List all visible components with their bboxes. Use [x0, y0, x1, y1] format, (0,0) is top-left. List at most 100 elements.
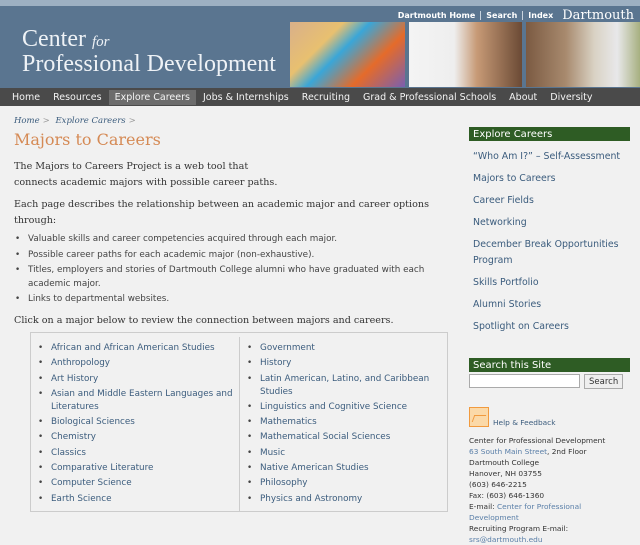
index-link[interactable]: Index	[523, 11, 558, 20]
major-link[interactable]: Physics and Astronomy	[260, 494, 362, 504]
nav-grad-schools[interactable]: Grad & Professional Schools	[357, 90, 502, 105]
header-photo-meeting	[526, 22, 640, 87]
list-item: Titles, employers and stories of Dartmou…	[14, 264, 450, 291]
major-link[interactable]: Mathematics	[260, 417, 317, 427]
sidebar: Explore Careers “Who Am I?” – Self-Asses…	[469, 127, 630, 545]
contact-college: Dartmouth College	[469, 458, 540, 467]
nav-home[interactable]: Home	[6, 90, 46, 105]
list-item: Skills Portfolio	[469, 270, 630, 292]
sidebar-link[interactable]: Spotlight on Careers	[473, 321, 569, 332]
sidebar-link[interactable]: Career Fields	[473, 195, 534, 206]
list-item: Comparative Literature	[37, 462, 233, 475]
list-item: Career Fields	[469, 188, 630, 210]
nav-diversity[interactable]: Diversity	[544, 90, 598, 105]
search-button[interactable]: Search	[584, 374, 624, 389]
megaphone-icon[interactable]	[469, 407, 489, 427]
email-label: E-mail:	[469, 502, 498, 511]
list-item: Links to departmental websites.	[14, 293, 450, 307]
list-item: Networking	[469, 210, 630, 232]
list-item: Music	[246, 447, 441, 460]
list-item: Alumni Stories	[469, 292, 630, 314]
list-item: Biological Sciences	[37, 416, 233, 429]
contact-info: Center for Professional Development 63 S…	[469, 435, 630, 545]
major-link[interactable]: Native American Studies	[260, 463, 369, 473]
street-rest: , 2nd Floor	[547, 447, 587, 456]
nav-about[interactable]: About	[503, 90, 543, 105]
description-text: Each page describes the relationship bet…	[14, 199, 429, 226]
contact-phone: (603) 646-2215	[469, 480, 527, 489]
nav-jobs-internships[interactable]: Jobs & Internships	[197, 90, 295, 105]
breadcrumb-sep: >	[42, 116, 50, 126]
sidebar-link[interactable]: Alumni Stories	[473, 299, 541, 310]
list-item: December Break Opportunities Program	[469, 232, 630, 270]
major-link[interactable]: Linguistics and Cognitive Science	[260, 402, 407, 412]
list-item: Computer Science	[37, 477, 233, 490]
sidebar-link[interactable]: Networking	[473, 217, 527, 228]
list-item: Asian and Middle Eastern Languages and L…	[37, 388, 233, 414]
search-input[interactable]	[469, 374, 580, 388]
major-link[interactable]: Anthropology	[51, 358, 110, 368]
contact-fax: Fax: (603) 646-1360	[469, 491, 545, 500]
main-content: Home > Explore Careers > Majors to Careers…	[14, 116, 450, 329]
main-nav: Home Resources Explore Careers Jobs & In…	[0, 88, 640, 106]
major-link[interactable]: Earth Science	[51, 494, 112, 504]
majors-column-right: Government History Latin American, Latino,…	[239, 337, 447, 511]
list-item: Mathematics	[246, 416, 441, 429]
contact-city: Hanover, NH 03755	[469, 469, 542, 478]
top-links: Dartmouth Home Search Index Dartmouth	[393, 8, 634, 23]
dartmouth-home-link[interactable]: Dartmouth Home	[393, 11, 482, 20]
breadcrumb-explore-careers[interactable]: Explore Careers	[55, 116, 125, 126]
sidebar-link[interactable]: “Who Am I?” – Self-Assessment	[473, 151, 620, 162]
contact-org: Center for Professional Development	[469, 436, 606, 445]
list-item: Linguistics and Cognitive Science	[246, 401, 441, 414]
major-link[interactable]: Asian and Middle Eastern Languages and L…	[51, 389, 233, 412]
sidebar-links: “Who Am I?” – Self-Assessment Majors to C…	[469, 144, 630, 336]
major-link[interactable]: Philosophy	[260, 478, 307, 488]
major-link[interactable]: African and African American Studies	[51, 343, 215, 353]
major-link[interactable]: Music	[260, 448, 285, 458]
nav-explore-careers[interactable]: Explore Careers	[108, 89, 196, 105]
list-item: Mathematical Social Sciences	[246, 431, 441, 444]
search-link[interactable]: Search	[481, 11, 524, 20]
major-link[interactable]: Computer Science	[51, 478, 132, 488]
list-item: Spotlight on Careers	[469, 314, 630, 336]
list-item: Majors to Careers	[469, 166, 630, 188]
sidebar-link[interactable]: Skills Portfolio	[473, 277, 539, 288]
list-item: Government	[246, 342, 441, 355]
help-feedback-link[interactable]: Help & Feedback	[493, 418, 556, 427]
major-link[interactable]: Classics	[51, 448, 86, 458]
major-link[interactable]: Art History	[51, 374, 98, 384]
list-item: “Who Am I?” – Self-Assessment	[469, 144, 630, 166]
explore-careers-heading: Explore Careers	[469, 127, 630, 141]
major-link[interactable]: Comparative Literature	[51, 463, 153, 473]
nav-recruiting[interactable]: Recruiting	[296, 90, 356, 105]
major-link[interactable]: Mathematical Social Sciences	[260, 432, 390, 442]
page-title: Majors to Careers	[14, 130, 161, 149]
breadcrumb-home[interactable]: Home	[14, 116, 40, 126]
site-logo[interactable]: Center for Professional Development	[22, 26, 276, 77]
header-photo-woman	[409, 22, 522, 87]
major-link[interactable]: Government	[260, 343, 315, 353]
help-feedback[interactable]: Help & Feedback	[469, 407, 630, 427]
majors-column-left: African and African American Studies Anth…	[31, 337, 239, 511]
sidebar-link[interactable]: Majors to Careers	[473, 173, 556, 184]
sidebar-link[interactable]: December Break Opportunities Program	[473, 239, 619, 266]
recruiting-email-link[interactable]: srs@dartmouth.edu	[469, 535, 543, 544]
logo-line1: Center	[22, 26, 86, 52]
major-link[interactable]: Latin American, Latino, and Caribbean St…	[260, 374, 429, 397]
nav-resources[interactable]: Resources	[47, 90, 108, 105]
list-item: Native American Studies	[246, 462, 441, 475]
major-link[interactable]: Biological Sciences	[51, 417, 135, 427]
major-link[interactable]: Chemistry	[51, 432, 96, 442]
list-item: Valuable skills and career competencies …	[14, 233, 450, 247]
major-link[interactable]: History	[260, 358, 291, 368]
dartmouth-logo[interactable]: Dartmouth	[562, 8, 634, 23]
list-item: Art History	[37, 373, 233, 386]
breadcrumb: Home > Explore Careers >	[14, 116, 450, 126]
breadcrumb-sep: >	[128, 116, 136, 126]
street-link[interactable]: 63 South Main Street	[469, 447, 547, 456]
recruiting-label: Recruiting Program E-mail:	[469, 524, 569, 533]
site-header: Dartmouth Home Search Index Dartmouth Ce…	[0, 6, 640, 88]
logo-line2: Professional Development	[22, 51, 276, 77]
list-item: Philosophy	[246, 477, 441, 490]
